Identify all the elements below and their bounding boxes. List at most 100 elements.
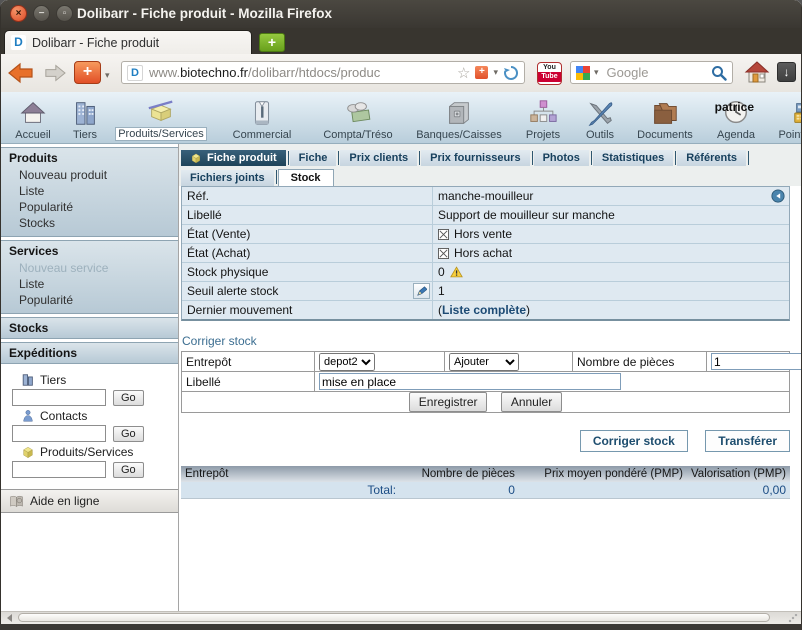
correct-stock-button[interactable]: Corriger stock [580, 430, 688, 452]
back-arrow-icon [6, 61, 36, 85]
search-contacts-go-button[interactable]: Go [113, 426, 144, 442]
sidebar-item-popularite-services[interactable]: Popularité [9, 292, 172, 308]
libelle-input[interactable] [319, 373, 621, 390]
warehouse-stock-table: Entrepôt Nombre de pièces Prix moyen pon… [181, 466, 790, 499]
total-pieces: 0 [400, 482, 519, 499]
tab-photos[interactable]: Photos [534, 150, 589, 166]
menu-outils[interactable]: Outils [574, 98, 626, 141]
qty-input[interactable] [711, 353, 801, 370]
menu-projets[interactable]: Projets [512, 98, 574, 141]
save-button[interactable]: Enregistrer [409, 392, 488, 412]
sidebar-item-stocks[interactable]: Stocks [9, 215, 172, 231]
tab-prix-clients[interactable]: Prix clients [340, 150, 417, 166]
home-icon [18, 98, 48, 128]
scroll-left-arrow[interactable] [3, 613, 16, 623]
tab-fichiers-joints[interactable]: Fichiers joints [181, 170, 274, 186]
tabs-row-1: Fiche produit Fiche Prix clients Prix fo… [181, 149, 750, 166]
table-row: Libellé Support de mouilleur sur manche [182, 206, 789, 225]
urlbar-plus-icon[interactable]: + [475, 66, 488, 79]
row-label: Libellé [187, 208, 222, 222]
search-bar[interactable]: ▾ Google [570, 61, 733, 84]
sidebar-item-popularite-produits[interactable]: Popularité [9, 199, 172, 215]
menu-commercial[interactable]: Commercial [214, 98, 310, 141]
search-contacts-label: Contacts [40, 409, 87, 423]
sidebar-item-nouveau-produit[interactable]: Nouveau produit [9, 167, 172, 183]
search-tiers-go-button[interactable]: Go [113, 390, 144, 406]
home-button[interactable] [744, 60, 770, 85]
resize-grip-icon[interactable] [788, 614, 798, 623]
close-button[interactable]: × [10, 5, 27, 22]
search-contacts-input[interactable] [12, 425, 106, 442]
row-label: État (Achat) [187, 246, 250, 260]
back-button[interactable] [6, 61, 36, 85]
back-circle-icon[interactable] [771, 189, 785, 203]
url-text[interactable]: www.biotechno.fr/dolibarr/htdocs/produc [149, 65, 457, 80]
sidebar-item-liste-services[interactable]: Liste [9, 276, 172, 292]
col-valorisation: Valorisation (PMP) [687, 466, 790, 482]
orgchart-icon [528, 98, 558, 128]
window-titlebar[interactable]: × − ▫ Dolibarr - Fiche produit - Mozilla… [0, 0, 802, 28]
youtube-icon[interactable]: You Tube [537, 62, 562, 85]
full-list-link[interactable]: Liste complète [442, 303, 526, 317]
menu-compta-treso[interactable]: Compta/Tréso [310, 98, 406, 141]
sidebar-section-services: Services Nouveau service Liste Popularit… [1, 240, 178, 314]
left-sidebar: Produits Nouveau produit Liste Popularit… [1, 144, 179, 612]
url-bar[interactable]: D www.biotechno.fr/dolibarr/htdocs/produ… [121, 61, 525, 84]
tab-statistiques[interactable]: Statistiques [593, 150, 673, 166]
tab-stock[interactable]: Stock [278, 169, 334, 187]
qty-label: Nombre de pièces [573, 352, 707, 372]
tools-icon [585, 98, 615, 128]
search-engine-dropdown-icon[interactable]: ▾ [594, 67, 599, 78]
tab-fiche-produit[interactable]: Fiche produit [181, 150, 286, 166]
sidebar-section-stocks[interactable]: Stocks [1, 317, 178, 339]
window-bottom-border [0, 624, 802, 630]
sidebar-item-liste-produits[interactable]: Liste [9, 183, 172, 199]
menu-documents[interactable]: Documents [626, 98, 704, 141]
quick-add-button[interactable]: + [74, 61, 101, 84]
transfer-button[interactable]: Transférer [705, 430, 790, 452]
table-row: État (Vente) Hors vente [182, 225, 789, 244]
reload-icon[interactable] [503, 65, 519, 81]
menu-point-vente[interactable]: Point vente [768, 98, 802, 141]
tab-referents[interactable]: Référents [677, 150, 746, 166]
url-path: /dolibarr/htdocs/produc [248, 65, 380, 80]
tab-prix-fournisseurs[interactable]: Prix fournisseurs [421, 150, 529, 166]
minimize-button[interactable]: − [33, 5, 50, 22]
url-domain: biotechno.fr [180, 65, 248, 80]
cancel-button[interactable]: Annuler [501, 392, 562, 412]
tab-label: Fiche produit [207, 152, 277, 164]
row-value: Hors achat [454, 246, 512, 260]
forward-button[interactable] [42, 63, 68, 83]
edit-icon[interactable] [413, 283, 430, 299]
search-placeholder[interactable]: Google [607, 65, 707, 80]
menu-produits-services[interactable]: Produits/Services [108, 96, 214, 141]
warehouse-select[interactable]: depot2 [319, 353, 375, 371]
downloads-button[interactable]: ↓ [777, 62, 796, 82]
dolibarr-favicon-icon: D [11, 35, 26, 50]
warehouse-label: Entrepôt [182, 352, 315, 372]
movement-type-select[interactable]: Ajouter [449, 353, 519, 371]
menu-banques-caisses[interactable]: Banques/Caisses [406, 98, 512, 141]
menu-label: Agenda [714, 129, 758, 141]
search-produits-input[interactable] [12, 461, 106, 478]
help-online-link[interactable]: Aide en ligne [1, 489, 178, 513]
browser-tab[interactable]: D Dolibarr - Fiche produit [4, 30, 252, 54]
search-tiers-input[interactable] [12, 389, 106, 406]
scrollbar-thumb[interactable] [18, 613, 770, 622]
urlbar-dropdown-icon[interactable]: ▾ [493, 67, 498, 78]
new-tab-button[interactable]: + [259, 33, 285, 52]
menu-accueil[interactable]: Accueil [4, 98, 62, 141]
google-logo-icon[interactable] [576, 66, 590, 80]
row-value: Hors vente [454, 227, 512, 241]
horizontal-scrollbar[interactable] [1, 611, 801, 624]
logged-user-name[interactable]: patrice [715, 100, 754, 114]
bookmark-star-icon[interactable]: ☆ [457, 64, 470, 82]
menu-tiers[interactable]: Tiers [62, 98, 108, 141]
tab-fiche[interactable]: Fiche [290, 150, 337, 166]
help-label: Aide en ligne [30, 494, 99, 508]
quick-add-dropdown-icon[interactable]: ▾ [105, 70, 110, 81]
search-magnifier-icon[interactable] [711, 65, 727, 81]
maximize-button[interactable]: ▫ [56, 5, 73, 22]
sidebar-section-expeditions[interactable]: Expéditions [1, 342, 178, 364]
search-produits-go-button[interactable]: Go [113, 462, 144, 478]
